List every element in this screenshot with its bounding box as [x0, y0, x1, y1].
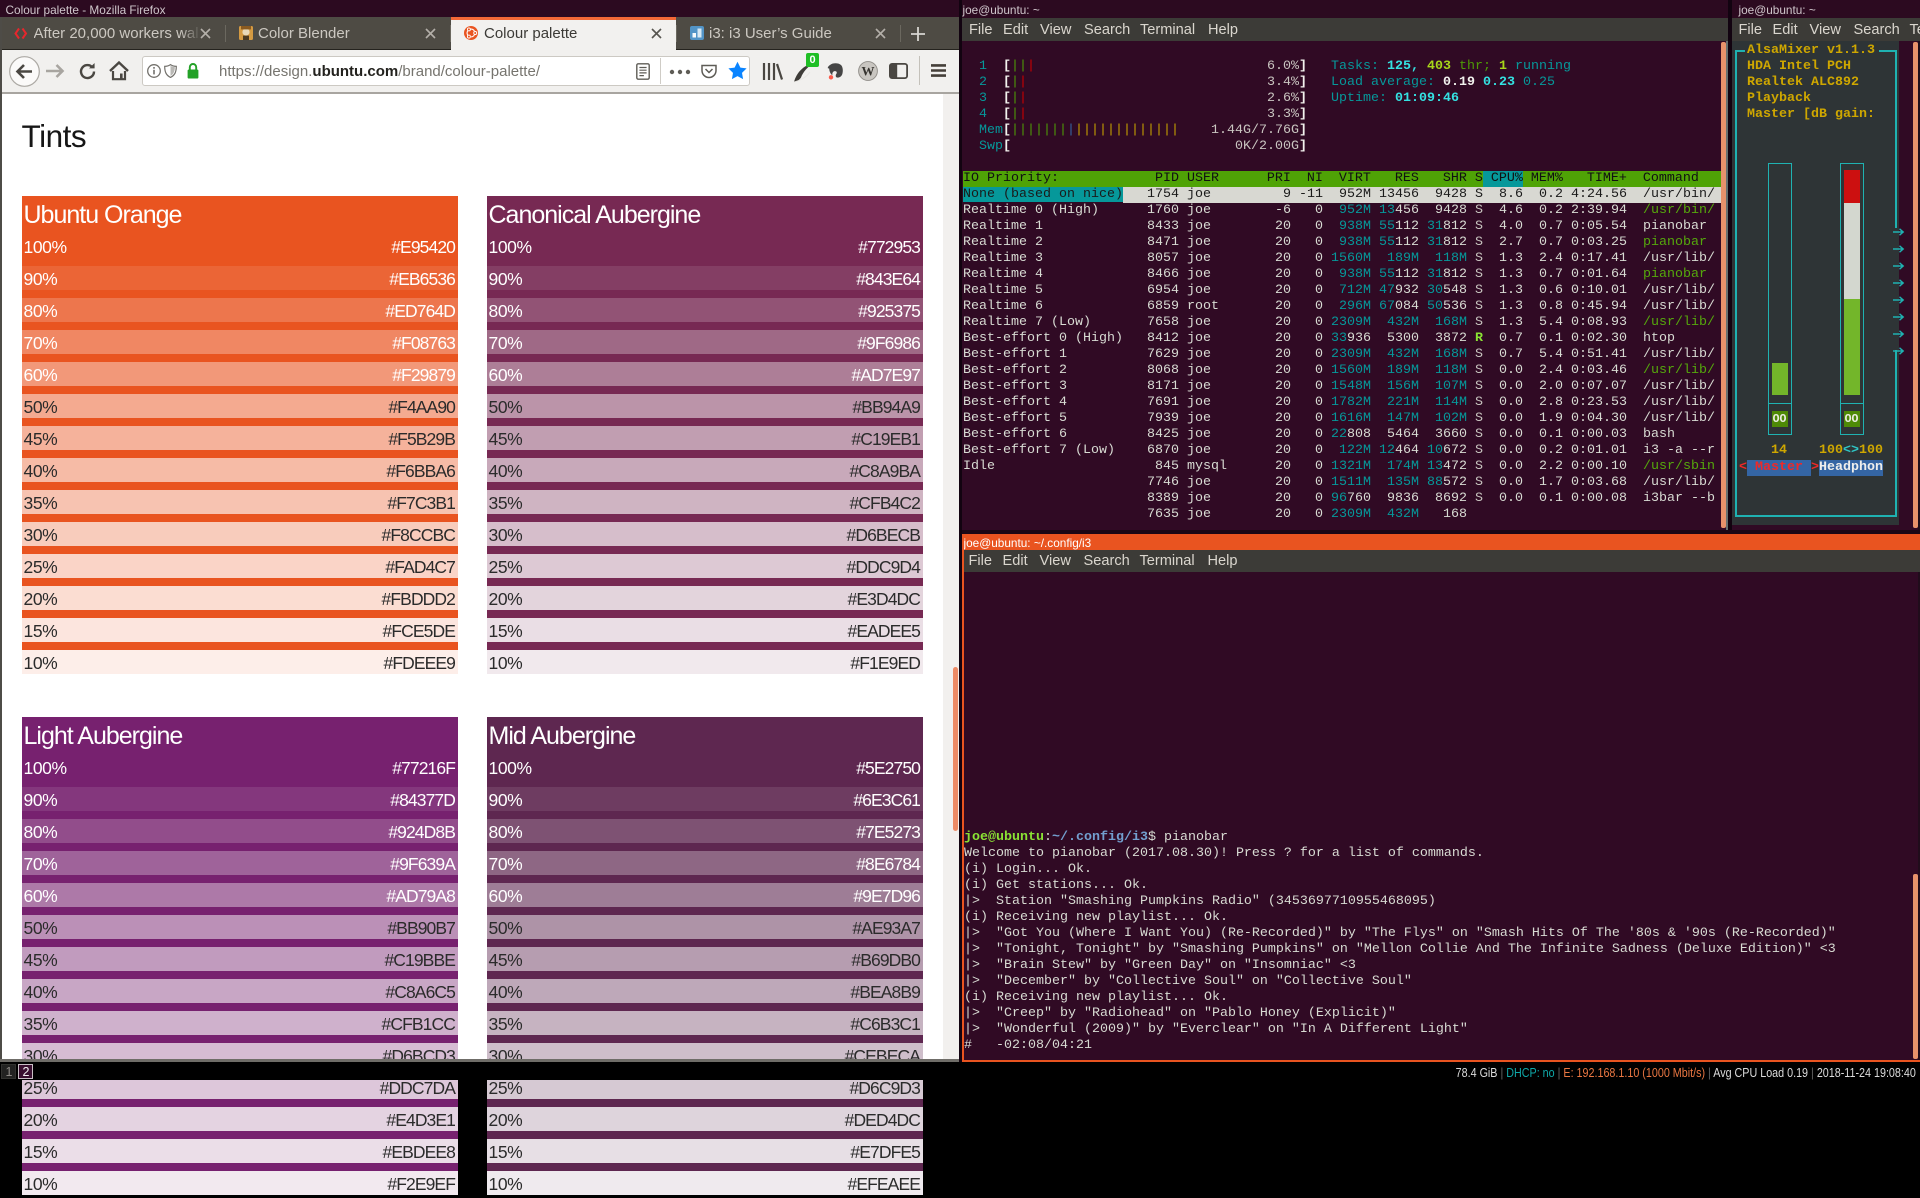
svg-text:W: W — [862, 63, 875, 78]
